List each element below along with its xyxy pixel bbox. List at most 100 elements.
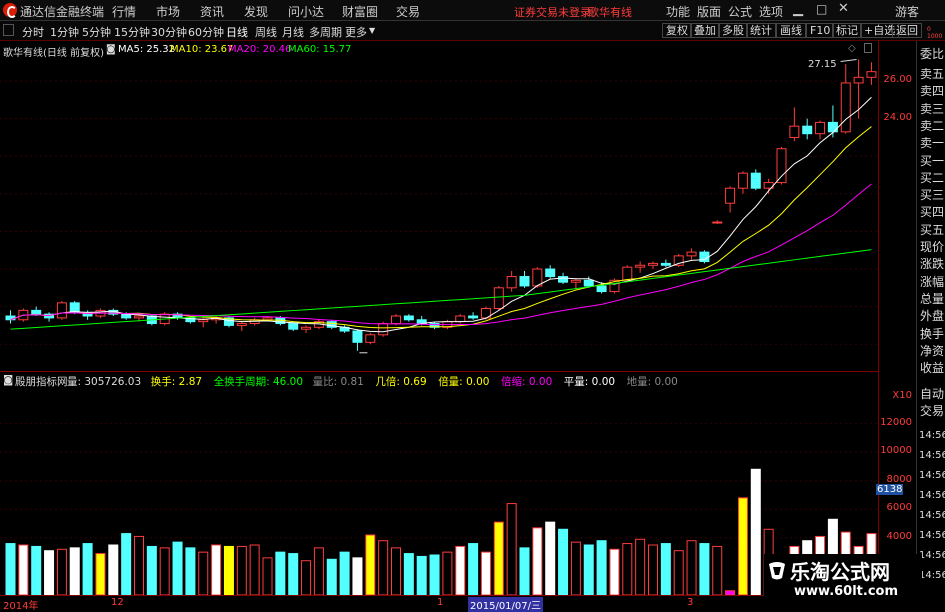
- candle: [815, 121, 826, 135]
- volume-bar: [121, 533, 132, 595]
- menu-market[interactable]: 市场: [156, 3, 180, 20]
- candle: [558, 276, 569, 283]
- volume-bar: [737, 497, 748, 595]
- volume-bar: [198, 551, 209, 595]
- candle: [622, 266, 633, 281]
- menu-options[interactable]: 选项: [759, 3, 783, 20]
- indicator-value: 全换手周期: 46.00: [213, 376, 304, 388]
- menu-trade[interactable]: 交易: [396, 3, 420, 20]
- indicator-settings-icon[interactable]: ◙: [3, 374, 13, 386]
- tool-adjust[interactable]: 复权: [662, 23, 692, 38]
- tool-mark[interactable]: 标记: [832, 23, 862, 38]
- tick-time: 14:56: [919, 510, 945, 521]
- volume-bar: [558, 528, 569, 595]
- volume-bar: [185, 547, 196, 595]
- volume-bar: [622, 543, 633, 595]
- indicator-bar: ◙ 殿朋指标网 量: 305726.03 换手: 2.87 全换手周期: 46.00…: [0, 372, 878, 388]
- period-1min[interactable]: 1分钟: [50, 24, 79, 40]
- candle: [493, 287, 504, 309]
- indicator-name[interactable]: 殿朋指标网: [15, 374, 68, 389]
- period-intraday[interactable]: 分时: [22, 24, 44, 40]
- candle: [750, 172, 761, 189]
- volume-bar: [686, 540, 697, 595]
- side-label: 卖五: [920, 67, 945, 81]
- side-label: 外盘: [920, 309, 945, 324]
- maximize-icon[interactable]: □: [816, 2, 827, 16]
- menu-quotes[interactable]: 行情: [112, 3, 136, 20]
- x-tick: 12: [111, 597, 124, 608]
- tool-multistock[interactable]: 多股: [718, 23, 748, 38]
- side-label: 卖二: [920, 118, 945, 133]
- candle: [660, 262, 671, 266]
- volume-bar: [609, 548, 620, 595]
- menu-formula[interactable]: 公式: [728, 3, 752, 20]
- legend-ma10: MA10: 23.67: [170, 44, 234, 55]
- minimize-icon[interactable]: ▁: [793, 2, 803, 17]
- indicator-value: 几倍: 0.69: [375, 376, 427, 388]
- period-5min[interactable]: 5分钟: [82, 24, 111, 40]
- candle: [352, 330, 363, 343]
- volume-bar: [545, 521, 556, 595]
- volume-chart[interactable]: [0, 388, 878, 595]
- candle: [69, 302, 80, 313]
- menu-news[interactable]: 资讯: [200, 3, 224, 20]
- candle: [789, 125, 800, 138]
- volume-bar: [339, 551, 350, 595]
- quote-side-panel: 0 1000 委比 卖五 卖四 卖三 卖二 卖一 买一 买二 买三 买四 买五 现价 涨跌 涨幅 总量 外盘 换手净…: [916, 26, 945, 609]
- trade-button[interactable]: 交易: [920, 403, 944, 419]
- candle: [262, 317, 273, 321]
- legend-ma20: MA20: 20.46: [228, 44, 292, 55]
- login-status[interactable]: 证券交易未登录: [514, 4, 591, 20]
- tool-overlay[interactable]: 叠加: [690, 23, 720, 38]
- volume-bar: [146, 545, 157, 595]
- period-weekly[interactable]: 周线: [255, 24, 277, 40]
- side-label: 涨幅: [920, 274, 945, 289]
- volume-bar: [596, 540, 607, 595]
- more-dropdown-icon[interactable]: ▼: [369, 26, 375, 35]
- candle: [545, 268, 556, 278]
- period-60min[interactable]: 60分钟: [188, 24, 224, 40]
- menu-function[interactable]: 功能: [666, 3, 690, 20]
- candle: [198, 319, 209, 323]
- candle: [455, 315, 466, 323]
- tool-stats[interactable]: 统计: [746, 23, 776, 38]
- diamond-icon[interactable]: ◇: [848, 43, 856, 54]
- candle: [301, 326, 312, 330]
- user-guest[interactable]: 游客: [895, 3, 919, 20]
- menu-layout[interactable]: 版面: [697, 3, 721, 20]
- tool-back[interactable]: 返回: [892, 23, 922, 38]
- panel-toggle-icon[interactable]: [3, 24, 14, 36]
- candle: [686, 251, 697, 257]
- volume-bar: [635, 538, 646, 595]
- close-icon[interactable]: ✕: [838, 1, 849, 16]
- indicator-value: 换手: 2.87: [150, 376, 203, 388]
- period-15min[interactable]: 15分钟: [114, 24, 150, 40]
- volume-bar: [56, 548, 67, 595]
- legend-settings-icon[interactable]: ◙: [106, 44, 116, 55]
- legend-ma60: MA60: 15.77: [288, 44, 352, 55]
- candlestick-chart[interactable]: [0, 41, 878, 371]
- tool-draw[interactable]: 画线: [776, 23, 806, 38]
- side-label-weibi: 委比: [920, 47, 945, 61]
- period-30min[interactable]: 30分钟: [151, 24, 187, 40]
- period-multi[interactable]: 多周期: [309, 24, 342, 40]
- tool-f10[interactable]: F10: [806, 23, 835, 38]
- side-label: 总量: [920, 291, 945, 306]
- menu-ask[interactable]: 问小达: [288, 3, 324, 20]
- high-price-label: 27.15: [808, 59, 837, 70]
- period-more[interactable]: 更多: [345, 24, 367, 40]
- menu-discover[interactable]: 发现: [244, 3, 268, 20]
- watermark-url: www.60lt.com: [794, 584, 899, 599]
- side-label: 现价: [920, 240, 945, 254]
- x-cursor-date: 2015/01/07/三: [468, 597, 544, 612]
- period-daily[interactable]: 日线: [226, 24, 248, 40]
- tick-time: 14:56: [919, 570, 945, 581]
- auto-trade-button[interactable]: 自动: [920, 386, 944, 402]
- side-label: 换手: [920, 326, 945, 341]
- volume-bar: [326, 558, 337, 595]
- period-monthly[interactable]: 月线: [282, 24, 304, 40]
- menu-wealth[interactable]: 财富圈: [342, 3, 378, 20]
- price-tick: 26.00: [883, 74, 912, 86]
- panel-icon[interactable]: [864, 43, 872, 53]
- volume-unit: X10: [892, 390, 912, 401]
